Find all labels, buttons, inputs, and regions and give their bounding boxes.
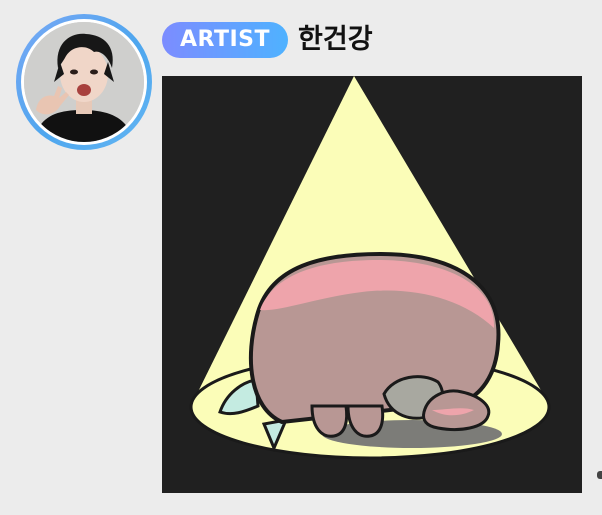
scroll-edge-indicator xyxy=(597,471,602,479)
artist-badge: ARTIST xyxy=(162,22,289,58)
spotlight-bunny-sticker-icon xyxy=(162,76,582,493)
profile-photo-icon xyxy=(24,22,144,142)
message-header: ARTIST 한건강 xyxy=(162,20,373,60)
avatar[interactable] xyxy=(24,22,144,142)
author-name[interactable]: 한건강 xyxy=(298,20,373,60)
sticker-image[interactable] xyxy=(162,76,582,493)
